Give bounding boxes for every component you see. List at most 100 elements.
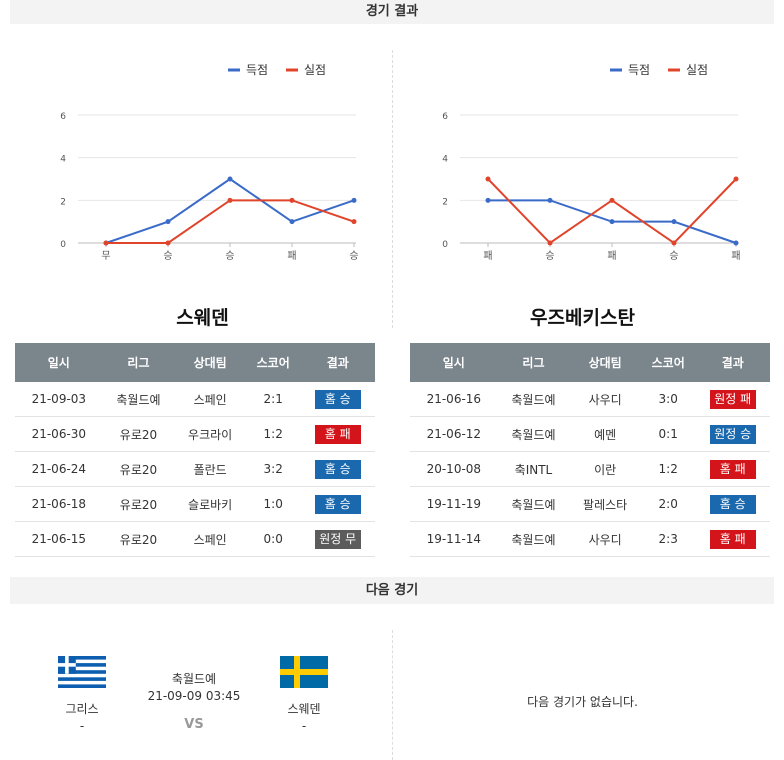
series-point-conceded	[103, 240, 109, 246]
table-header-cell: 리그	[102, 343, 175, 382]
result-cell: 홈 승	[300, 382, 375, 417]
x-tick-label: 패	[483, 250, 492, 262]
series-point-conceded	[227, 197, 233, 203]
series-point-conceded	[547, 240, 553, 246]
result-cell: 홈 승	[695, 486, 770, 522]
next-home-team-name: 그리스	[65, 702, 99, 716]
score-cell: 0:0	[245, 521, 301, 557]
y-tick-label: 6	[442, 112, 448, 122]
table-row: 21-09-03 축월드예 스페인 2:1 홈 승	[15, 382, 375, 417]
results-table-uzbekistan: 일시 리그 상대팀 스코어 결과 21-06-16 축월드예 사우디 3:0 원정 패 21-06-…	[410, 343, 770, 557]
next-match-vs: VS	[184, 717, 204, 732]
result-badge: 홈 승	[709, 494, 756, 514]
result-badge: 홈 승	[314, 389, 361, 409]
score-cell: 1:0	[245, 486, 301, 522]
series-point-scored	[351, 197, 357, 203]
result-cell: 원정 승	[695, 416, 770, 452]
next-home-team: 그리스 -	[42, 656, 122, 733]
x-tick-label: 패	[287, 250, 296, 262]
table-row: 21-06-12 축월드예 예멘 0:1 원정 승	[410, 416, 770, 452]
legend-label-scored: 득점	[628, 63, 650, 77]
date-cell: 20-10-08	[410, 451, 498, 487]
league-cell: 축INTL	[497, 451, 570, 487]
table-header-row: 일시 리그 상대팀 스코어 결과	[15, 343, 375, 382]
y-tick-label: 2	[442, 197, 448, 207]
chart-uzbekistan-svg: 득점 실점 0 2 4 6 패 승 패 승 패	[442, 63, 740, 262]
date-cell: 21-06-30	[15, 416, 103, 452]
y-tick-label: 0	[442, 240, 448, 250]
series-point-conceded	[485, 176, 491, 182]
table-header-row: 일시 리그 상대팀 스코어 결과	[410, 343, 770, 382]
league-cell: 유로20	[102, 416, 175, 452]
table-header-cell: 상대팀	[569, 343, 641, 382]
series-point-scored	[165, 219, 171, 225]
series-point-conceded	[351, 219, 357, 225]
x-tick-label: 승	[349, 250, 358, 262]
series-point-conceded	[609, 197, 615, 203]
league-cell: 축월드예	[497, 416, 570, 452]
results-section-header: 경기 결과	[10, 0, 774, 24]
league-cell: 유로20	[102, 451, 175, 487]
next-match-league: 축월드예	[171, 672, 217, 686]
league-cell: 축월드예	[497, 382, 570, 417]
score-cell: 2:3	[640, 521, 696, 557]
score-cell: 1:2	[245, 416, 301, 452]
no-next-match-message: 다음 경기가 없습니다.	[527, 695, 638, 709]
opponent-cell: 팔레스타	[569, 486, 641, 522]
y-tick-label: 4	[60, 155, 66, 165]
series-line-scored	[105, 177, 355, 244]
series-point-scored	[547, 197, 553, 203]
series-point-scored	[227, 176, 233, 182]
y-tick-label: 4	[442, 155, 448, 165]
date-cell: 21-09-03	[15, 382, 103, 417]
table-row: 21-06-30 유로20 우크라이 1:2 홈 패	[15, 416, 375, 452]
table-row: 19-11-14 축월드예 사우디 2:3 홈 패	[410, 521, 770, 557]
score-cell: 1:2	[640, 451, 696, 487]
table-row: 20-10-08 축INTL 이란 1:2 홈 패	[410, 451, 770, 487]
next-match-datetime: 21-09-09 03:45	[147, 689, 241, 703]
league-cell: 축월드예	[102, 382, 175, 417]
result-badge: 홈 패	[709, 459, 756, 479]
date-cell: 19-11-14	[410, 521, 498, 557]
date-cell: 21-06-12	[410, 416, 498, 452]
opponent-cell: 폴란드	[174, 451, 246, 487]
team-title-sweden: 스웨덴	[176, 307, 229, 329]
greece-flag-icon	[58, 656, 106, 688]
result-cell: 홈 승	[300, 486, 375, 522]
next-match-info: 축월드예 21-09-09 03:45 VS	[140, 670, 248, 732]
next-column-divider	[392, 630, 393, 760]
next-section-title: 다음 경기	[365, 583, 419, 598]
table-row: 21-06-18 유로20 슬로바키 1:0 홈 승	[15, 486, 375, 522]
result-cell: 원정 무	[300, 521, 375, 557]
table-header-cell: 일시	[410, 343, 498, 382]
legend-label-scored: 득점	[246, 63, 268, 77]
series-point-conceded	[165, 240, 171, 246]
x-tick-label: 패	[607, 250, 616, 262]
league-cell: 유로20	[102, 521, 175, 557]
chart-uzbekistan: 득점 실점 0 2 4 6 패 승 패 승 패	[410, 55, 770, 270]
table-header-cell: 리그	[497, 343, 570, 382]
next-away-team-rank: -	[301, 719, 307, 733]
date-cell: 21-06-24	[15, 451, 103, 487]
series-point-conceded	[671, 240, 677, 246]
next-away-team: 스웨덴 -	[264, 656, 344, 733]
y-tick-label: 2	[60, 197, 66, 207]
opponent-cell: 우크라이	[174, 416, 246, 452]
series-point-conceded	[733, 176, 739, 182]
league-cell: 축월드예	[497, 521, 570, 557]
x-tick-label: 승	[545, 250, 554, 262]
series-point-scored	[609, 219, 615, 225]
date-cell: 21-06-15	[15, 521, 103, 557]
result-cell: 홈 승	[300, 451, 375, 487]
date-cell: 19-11-19	[410, 486, 498, 522]
league-cell: 축월드예	[497, 486, 570, 522]
result-badge: 홈 패	[709, 529, 756, 549]
opponent-cell: 슬로바키	[174, 486, 246, 522]
result-badge: 원정 승	[709, 424, 756, 444]
sweden-flag-icon	[280, 656, 328, 688]
score-cell: 2:1	[245, 382, 301, 417]
score-cell: 3:2	[245, 451, 301, 487]
series-point-conceded	[289, 197, 295, 203]
opponent-cell: 스페인	[174, 521, 246, 557]
series-point-scored	[485, 197, 491, 203]
